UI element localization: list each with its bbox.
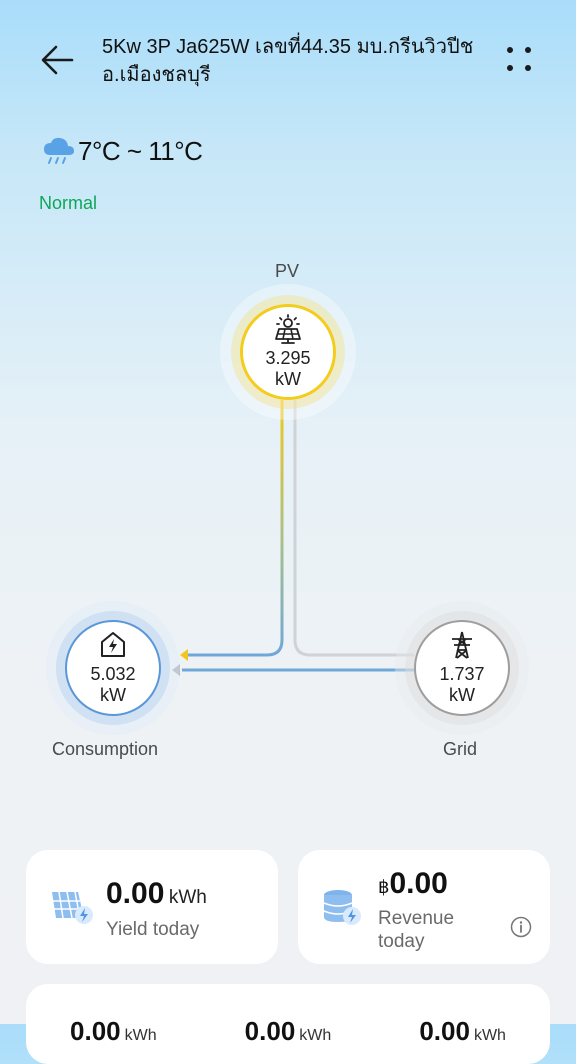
summary-item: 0.00 kWh (70, 1016, 157, 1046)
grid-value: 1.737 (439, 664, 485, 684)
grid-unit: kW (449, 685, 475, 705)
summary-item: 0.00 kWh (244, 1016, 332, 1046)
pv-to-consumption-line (182, 400, 284, 657)
pv-unit: kW (275, 369, 301, 389)
grid-label: Grid (443, 739, 478, 759)
consumption-label: Consumption (52, 739, 159, 759)
consumption-value: 5.032 (90, 664, 136, 684)
pv-grey-line (293, 400, 414, 657)
consumption-node[interactable]: 5.032 kW (65, 620, 161, 716)
grid-flow-arrow (172, 664, 180, 676)
pv-value: 3.295 (265, 348, 311, 368)
info-icon[interactable] (510, 916, 532, 943)
consumption-unit: kW (100, 685, 126, 705)
power-tower-icon (452, 631, 472, 659)
solar-panel-icon (275, 314, 301, 344)
pv-label: PV (275, 261, 300, 281)
pv-node[interactable]: 3.295 kW (240, 304, 336, 400)
energy-summary-values: 0.00 kWh 0.00 kWh 0.00 kWh (26, 1016, 550, 1047)
revenue-label: Revenue today (378, 908, 455, 952)
currency-symbol: ฿ (378, 877, 390, 897)
yield-label: Yield today (106, 919, 200, 940)
pv-flow-arrow (180, 649, 188, 661)
revenue-value: 0.00 (389, 867, 448, 900)
grid-node[interactable]: 1.737 kW (414, 620, 510, 716)
summary-item: 0.00 kWh (419, 1016, 506, 1046)
house-icon (101, 632, 125, 657)
yield-value: 0.00 (106, 877, 165, 910)
coin-stack-icon (321, 888, 363, 933)
solar-panel-bolt-icon (48, 888, 94, 931)
yield-unit: kWh (168, 887, 207, 908)
